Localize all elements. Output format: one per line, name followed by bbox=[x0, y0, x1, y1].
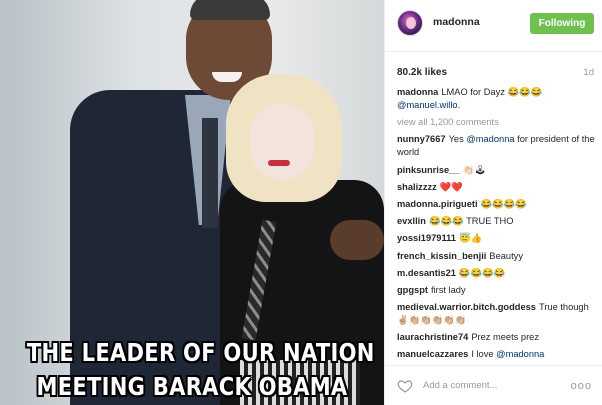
comment-mention[interactable]: @madonna bbox=[466, 134, 514, 144]
caption-username[interactable]: madonna bbox=[397, 87, 438, 97]
comment-text: 👏🏻🕹 bbox=[462, 164, 486, 175]
post-author-username[interactable]: madonna bbox=[433, 16, 530, 28]
comment-text: 😇👍 bbox=[458, 233, 483, 244]
photo-man-hair bbox=[190, 0, 270, 20]
comment-text: I love bbox=[471, 349, 497, 360]
comment-username[interactable]: medieval.warrior.bitch.goddess bbox=[397, 302, 536, 312]
post-age[interactable]: 1d bbox=[583, 67, 594, 78]
comment-item: french_kissin_benjii Beautyy bbox=[397, 250, 596, 263]
comment-item: yossi1979111 😇👍 bbox=[397, 232, 596, 245]
comment-text: first lady bbox=[430, 284, 466, 295]
caption-mention[interactable]: @manuel.willo. bbox=[397, 100, 460, 110]
comment-text: Beautyy bbox=[489, 250, 523, 261]
comment-username[interactable]: shalizzzz bbox=[397, 182, 437, 192]
view-all-comments-link[interactable]: view all 1,200 comments bbox=[397, 116, 596, 129]
post-photo[interactable]: THE LEADER OF OUR NATION MEETING BARACK … bbox=[0, 0, 384, 405]
post-caption: madonna LMAO for Dayz 😂😂😂 @manuel.willo. bbox=[397, 86, 596, 112]
instagram-post: THE LEADER OF OUR NATION MEETING BARACK … bbox=[0, 0, 602, 405]
comment-username[interactable]: m.desantis21 bbox=[397, 268, 456, 278]
avatar[interactable] bbox=[397, 10, 423, 36]
heart-outline-icon[interactable] bbox=[397, 378, 413, 394]
comment-username[interactable]: gpgspt bbox=[397, 285, 428, 295]
comment-footer: ooo bbox=[385, 365, 602, 405]
comment-item: nunny7667 Yes @madonna for president of t… bbox=[397, 133, 596, 159]
post-stats: 80.2k likes 1d bbox=[397, 64, 594, 80]
photo-caption-line-2: MEETING BARACK OBAMA bbox=[36, 372, 348, 401]
photo-woman-face bbox=[250, 104, 314, 180]
comment-rows: nunny7667 Yes @madonna for president of t… bbox=[397, 133, 596, 361]
comment-item: shalizzzz ❤️❤️ bbox=[397, 181, 596, 194]
following-button[interactable]: Following bbox=[530, 13, 594, 34]
comments-list: madonna LMAO for Dayz 😂😂😂 @manuel.willo. … bbox=[397, 86, 596, 366]
comment-item: m.desantis21 😂😂😂😂 bbox=[397, 267, 596, 280]
add-comment-input[interactable] bbox=[423, 380, 571, 391]
comment-text: 😂😂😂😂 bbox=[480, 198, 527, 209]
comment-item: gpgspt first lady bbox=[397, 284, 596, 297]
comment-username[interactable]: french_kissin_benjii bbox=[397, 251, 486, 261]
photo-woman-lips bbox=[268, 160, 290, 166]
comment-username[interactable]: evxllin bbox=[397, 216, 426, 226]
comment-username[interactable]: pinksunrise__ bbox=[397, 165, 460, 175]
more-options-icon[interactable]: ooo bbox=[571, 380, 592, 392]
comment-username[interactable]: nunny7667 bbox=[397, 134, 446, 144]
comment-text: ❤️❤️ bbox=[439, 181, 463, 192]
comment-username[interactable]: madonna.pirigueti bbox=[397, 199, 478, 209]
comment-mention[interactable]: @madonna bbox=[496, 349, 544, 359]
photo-caption-line-1: THE LEADER OF OUR NATION bbox=[26, 338, 375, 367]
comment-text: Prez meets prez bbox=[471, 332, 539, 343]
caption-text: LMAO for Dayz 😂😂😂 bbox=[441, 87, 543, 97]
comment-item: madonna.pirigueti 😂😂😂😂 bbox=[397, 198, 596, 211]
likes-count[interactable]: 80.2k likes bbox=[397, 67, 447, 78]
comment-username[interactable]: manuelcazzares bbox=[397, 349, 468, 359]
comment-item: medieval.warrior.bitch.goddess True thoug… bbox=[397, 301, 596, 327]
comment-username[interactable]: laurachristine74 bbox=[397, 332, 468, 342]
comment-username[interactable]: yossi1979111 bbox=[397, 233, 456, 243]
comment-text: Yes bbox=[448, 134, 467, 145]
photo-woman-arm bbox=[330, 220, 384, 260]
comment-text: 😂😂😂 TRUE THO bbox=[428, 216, 514, 227]
comment-item: manuelcazzares I love @madonna bbox=[397, 348, 596, 361]
photo-man-tie bbox=[202, 118, 218, 228]
comment-item: laurachristine74 Prez meets prez bbox=[397, 331, 596, 344]
post-header: madonna Following bbox=[385, 0, 602, 52]
comment-item: pinksunrise__ 👏🏻🕹 bbox=[397, 164, 596, 177]
comment-item: evxllin 😂😂😂 TRUE THO bbox=[397, 215, 596, 228]
post-sidebar: madonna Following 80.2k likes 1d madonna… bbox=[384, 0, 602, 405]
comment-text: 😂😂😂😂 bbox=[458, 267, 506, 278]
